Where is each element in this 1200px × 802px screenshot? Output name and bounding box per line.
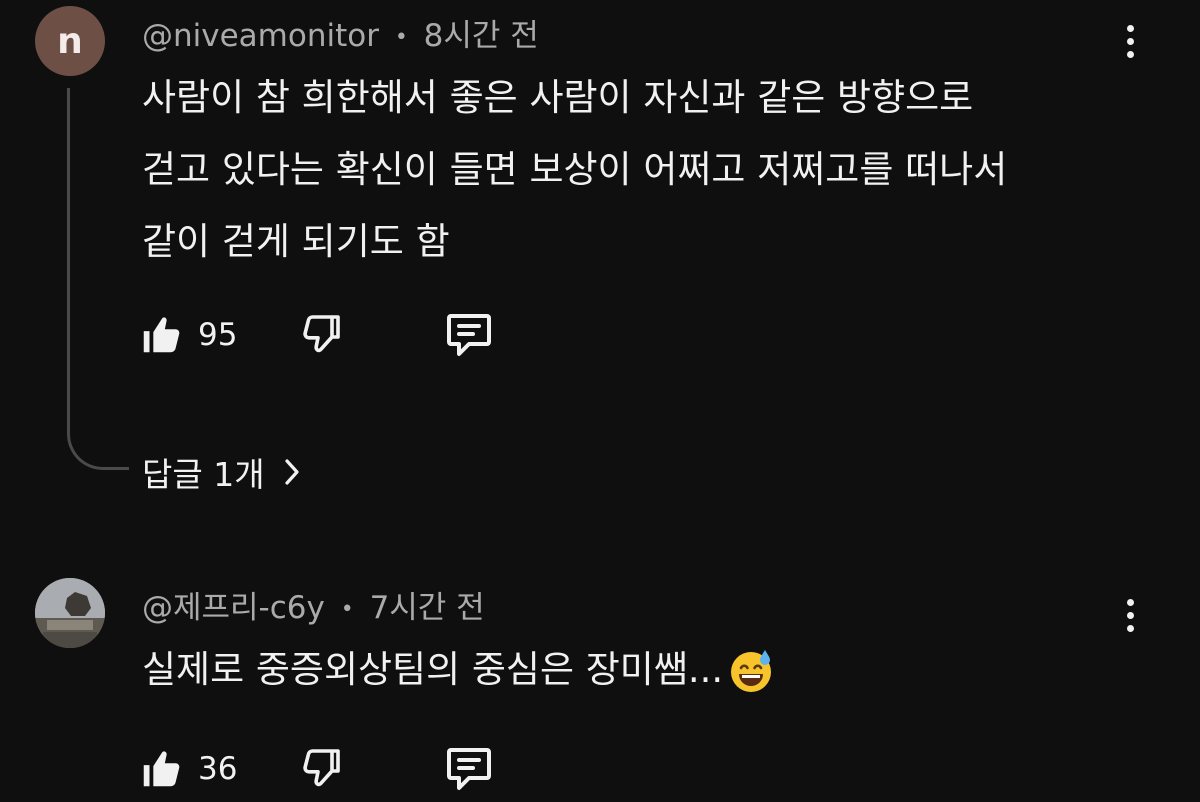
more-vert-icon-dot xyxy=(1126,50,1134,58)
timestamp[interactable]: 8시간 전 xyxy=(424,18,539,54)
reply-button[interactable] xyxy=(443,310,495,360)
more-vert-icon xyxy=(1126,598,1134,606)
dislike-button[interactable] xyxy=(298,311,443,359)
like-count: 95 xyxy=(198,317,238,353)
avatar-letter: n xyxy=(57,20,83,62)
comment-line-text: 실제로 중증외상팀의 중심은 장미쌤... xyxy=(142,648,724,691)
avatar[interactable] xyxy=(35,578,105,648)
comment-meta: @niveamonitor • 8시간 전 xyxy=(142,10,539,55)
view-replies-button[interactable]: 답글 1개 xyxy=(142,448,303,496)
more-vert-icon-dot xyxy=(1126,37,1134,45)
thumb-up-icon xyxy=(143,751,180,787)
more-options-button[interactable] xyxy=(1115,16,1145,66)
avatar-image xyxy=(35,578,105,648)
thumb-up-icon xyxy=(143,317,180,353)
thumb-down-icon xyxy=(303,749,340,787)
reply-button[interactable] xyxy=(443,744,495,794)
grinning-sweat-emoji-icon xyxy=(731,650,772,692)
author-name[interactable]: @제프리-c6y xyxy=(142,590,325,626)
comment-2: @제프리-c6y • 7시간 전 실제로 중증외상팀의 중심은 장미쌤... 3… xyxy=(0,570,1200,802)
timestamp[interactable]: 7시간 전 xyxy=(370,590,485,626)
thread-connector-line xyxy=(67,88,129,470)
more-vert-icon-dot xyxy=(1126,611,1134,619)
meta-separator: • xyxy=(394,25,408,50)
replies-label: 답글 1개 xyxy=(142,455,265,494)
comment-text: 사람이 참 희한해서 좋은 사람이 자신과 같은 방향으로 걷고 있다는 확신이… xyxy=(142,62,1007,278)
thumb-down-icon xyxy=(303,315,340,353)
comment-line: 사람이 참 희한해서 좋은 사람이 자신과 같은 방향으로 xyxy=(142,76,974,119)
comment-text: 실제로 중증외상팀의 중심은 장미쌤... xyxy=(142,634,775,706)
comment-actions: 95 xyxy=(138,310,495,360)
like-button[interactable]: 95 xyxy=(138,312,298,358)
comment-line: 걷고 있다는 확신이 들면 보상이 어쩌고 저쩌고를 떠나서 xyxy=(142,148,1008,191)
comments-page: n @niveamonitor • 8시간 전 사람이 참 희한해서 좋은 사람… xyxy=(0,0,1200,802)
dislike-button[interactable] xyxy=(298,745,443,793)
chevron-right-icon xyxy=(281,457,303,487)
comment-reply-icon xyxy=(447,748,491,790)
like-count: 36 xyxy=(198,751,238,787)
meta-separator: • xyxy=(340,597,354,622)
avatar[interactable]: n xyxy=(35,6,105,76)
comment-line: 같이 걷게 되기도 함 xyxy=(142,220,450,263)
more-options-button[interactable] xyxy=(1115,590,1145,640)
comment-1: n @niveamonitor • 8시간 전 사람이 참 희한해서 좋은 사람… xyxy=(0,0,1200,520)
comment-actions: 36 xyxy=(138,744,495,794)
comment-reply-icon xyxy=(447,314,491,356)
author-name[interactable]: @niveamonitor xyxy=(142,18,379,54)
like-button[interactable]: 36 xyxy=(138,746,298,792)
more-vert-icon-dot xyxy=(1126,624,1134,632)
comment-line: 실제로 중증외상팀의 중심은 장미쌤... xyxy=(142,634,775,706)
comment-meta: @제프리-c6y • 7시간 전 xyxy=(142,582,485,627)
more-vert-icon xyxy=(1126,24,1134,32)
